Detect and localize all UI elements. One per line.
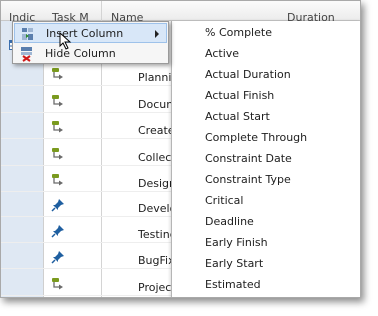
- task-name-cell[interactable]: BugFix: [138, 254, 175, 267]
- auto-schedule-icon: [52, 121, 63, 133]
- submenu-item[interactable]: Deadline: [172, 211, 360, 232]
- submenu-item-label: Active: [205, 47, 240, 60]
- submenu-item[interactable]: Actual Finish: [172, 85, 360, 106]
- hide-column-icon: [21, 47, 32, 62]
- pin-icon: [51, 225, 64, 238]
- auto-schedule-icon: [52, 95, 63, 107]
- insert-column-icon: [22, 28, 33, 40]
- submenu-item[interactable]: Active: [172, 43, 360, 64]
- submenu-item[interactable]: Actual Duration: [172, 64, 360, 85]
- menu-item-hide-column[interactable]: Hide Column: [14, 44, 167, 64]
- insert-column-submenu: % Complete Active Actual Duration Actual Fi…: [171, 21, 360, 297]
- submenu-item-label: Complete Through: [205, 131, 308, 144]
- submenu-item-label: Constraint Type: [205, 173, 291, 186]
- submenu-item[interactable]: % Complete: [172, 22, 360, 43]
- auto-schedule-icon: [52, 174, 63, 186]
- submenu-item-label: Early Finish: [205, 236, 268, 249]
- auto-schedule-icon: [52, 68, 63, 80]
- submenu-item-label: Deadline: [205, 215, 254, 228]
- submenu-item-label: Early Start: [205, 257, 264, 270]
- submenu-item-label: Actual Duration: [205, 68, 291, 81]
- submenu-item[interactable]: Constraint Type: [172, 169, 360, 190]
- auto-schedule-icon: [52, 278, 63, 290]
- grid-header: Indic Task M Name Duration: [1, 1, 360, 24]
- submenu-item[interactable]: Complete Through: [172, 127, 360, 148]
- submenu-item-label: Constraint Date: [205, 152, 292, 165]
- menu-item-label: Insert Column: [46, 27, 124, 40]
- menu-item-label: Hide Column: [45, 47, 116, 60]
- submenu-item-label: Actual Finish: [205, 89, 275, 102]
- menu-item-insert-column[interactable]: Insert Column: [14, 23, 167, 43]
- column-context-menu: Insert Column Hide Column: [12, 21, 169, 64]
- submenu-item[interactable]: Early Finish: [172, 232, 360, 253]
- mouse-cursor-icon: [59, 32, 72, 50]
- task-name-cell[interactable]: Collect: [138, 151, 176, 164]
- submenu-item[interactable]: Actual Start: [172, 106, 360, 127]
- submenu-item[interactable]: Constraint Date: [172, 148, 360, 169]
- task-grid-window: Indic Task M Name Duration Planning Docum…: [0, 0, 361, 298]
- submenu-item-label: % Complete: [205, 26, 272, 39]
- chevron-right-icon: [155, 30, 159, 38]
- pin-icon: [51, 251, 64, 264]
- auto-schedule-icon: [52, 148, 63, 160]
- submenu-item[interactable]: Critical: [172, 190, 360, 211]
- submenu-item-label: Critical: [205, 194, 244, 207]
- pin-icon: [51, 199, 64, 212]
- task-name-cell[interactable]: Project: [138, 281, 176, 294]
- submenu-item[interactable]: Early Start: [172, 253, 360, 274]
- submenu-item[interactable]: Estimated: [172, 274, 360, 295]
- submenu-item-label: Actual Start: [205, 110, 270, 123]
- submenu-item-label: Estimated: [205, 278, 261, 291]
